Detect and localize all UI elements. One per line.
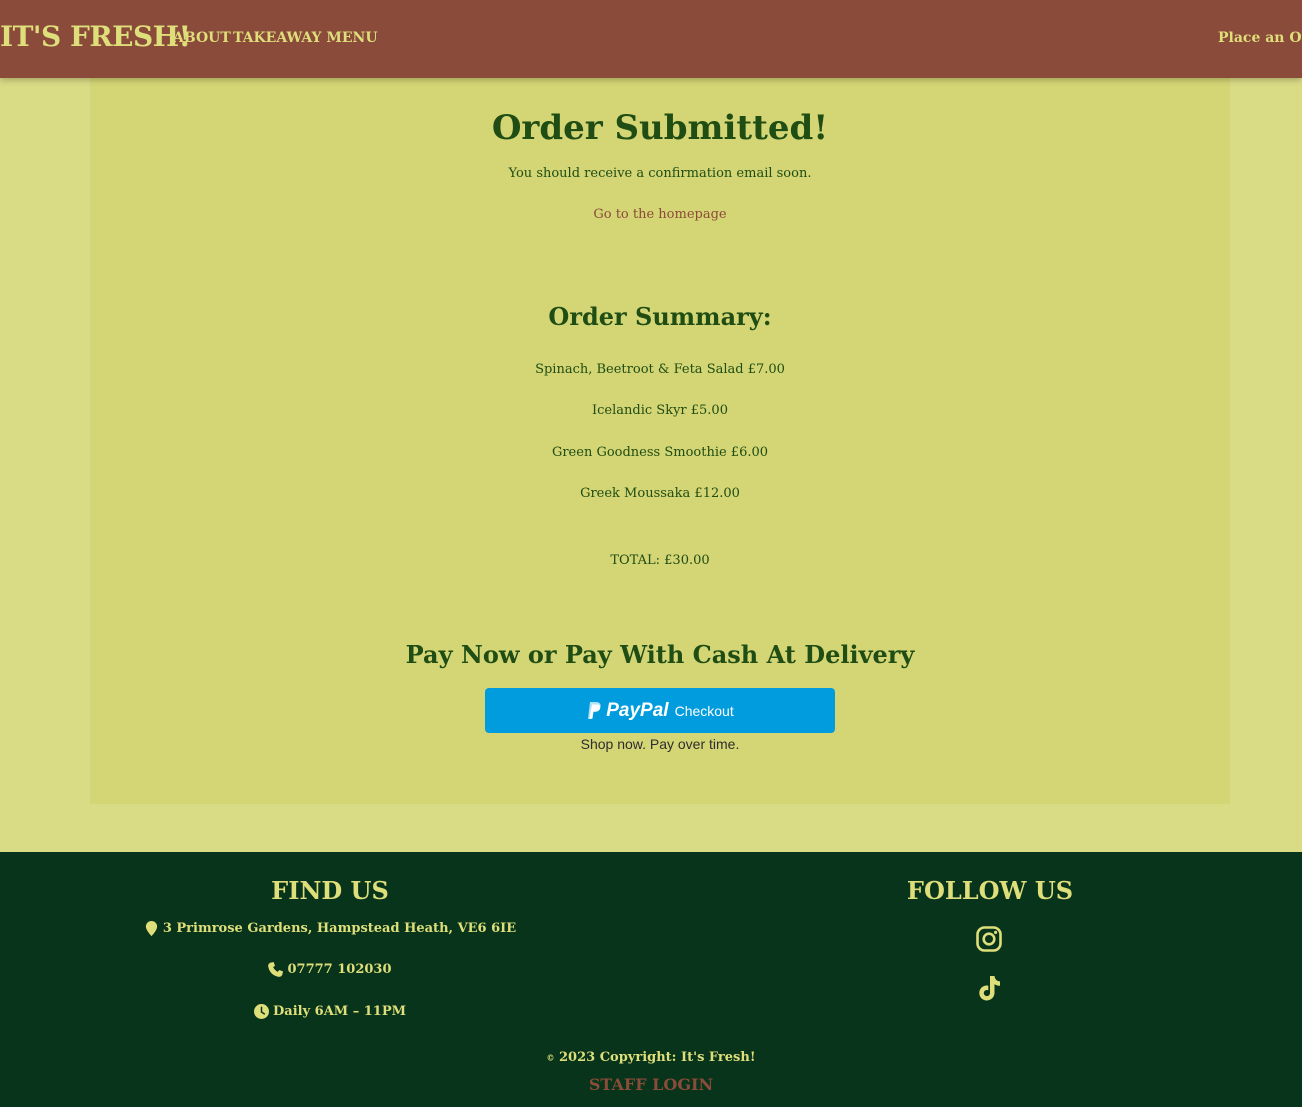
address-text: 3 Primrose Gardens, Hampstead Heath, VE6… [162, 921, 517, 936]
map-pin-icon [145, 921, 157, 936]
phone-icon [268, 962, 284, 977]
place-order-button[interactable]: Place an Order [1218, 30, 1302, 46]
navbar: IT'S FRESH! ABOUT TAKEAWAY MENU Place an… [0, 0, 1302, 78]
nav-about-link[interactable]: ABOUT [173, 30, 231, 46]
phone-text: 07777 102030 [287, 962, 392, 977]
brand-logo[interactable]: IT'S FRESH! [0, 20, 191, 53]
instagram-icon[interactable] [975, 925, 1003, 953]
paypal-icon [588, 701, 601, 719]
copyright-label: 2023 Copyright: It's Fresh! [558, 1050, 756, 1065]
order-summary-title: Order Summary: [548, 302, 772, 331]
nav-takeaway-menu-link[interactable]: TAKEAWAY MENU [233, 30, 378, 46]
copyright-symbol: © [546, 1052, 555, 1063]
staff-login-button[interactable]: STAFF LOGIN [589, 1075, 713, 1094]
tiktok-icon[interactable] [975, 974, 1003, 1002]
paypal-tagline: Shop now. Pay over time. [580, 736, 740, 752]
order-item: Spinach, Beetroot & Feta Salad £7.00 [535, 362, 785, 377]
order-item: Green Goodness Smoothie £6.00 [551, 445, 769, 460]
clock-icon [254, 1004, 269, 1019]
copyright-text: © 2023 Copyright: It's Fresh! [0, 1050, 1302, 1065]
find-us-title: FIND US [271, 876, 389, 905]
paypal-brand: PayPal [606, 699, 669, 721]
hours-text: Daily 6AM – 11PM [273, 1004, 406, 1019]
order-item: Greek Moussaka £12.00 [580, 486, 740, 501]
payment-title: Pay Now or Pay With Cash At Delivery [405, 640, 915, 669]
order-item: Icelandic Skyr £5.00 [592, 403, 728, 418]
paypal-checkout-label: Checkout [674, 702, 734, 719]
homepage-link-row: Go to the homepage [90, 207, 1230, 222]
address-row: 3 Primrose Gardens, Hampstead Heath, VE6… [0, 921, 660, 936]
page-title: Order Submitted! [491, 108, 829, 148]
hours-row: Daily 6AM – 11PM [0, 1004, 660, 1019]
footer: FIND US 3 Primrose Gardens, Hampstead He… [0, 852, 1302, 1107]
order-confirmation-panel: Order Submitted! You should receive a co… [90, 78, 1230, 804]
confirmation-message: You should receive a confirmation email … [508, 166, 812, 181]
staff-login-link: STAFF LOGIN [0, 1075, 1302, 1094]
paypal-checkout-button[interactable]: PayPal Checkout [485, 688, 835, 733]
phone-row: 07777 102030 [0, 962, 660, 977]
order-total: TOTAL: £30.00 [610, 553, 710, 568]
follow-us-title: FOLLOW US [906, 876, 1074, 905]
homepage-link[interactable]: Go to the homepage [593, 207, 726, 222]
